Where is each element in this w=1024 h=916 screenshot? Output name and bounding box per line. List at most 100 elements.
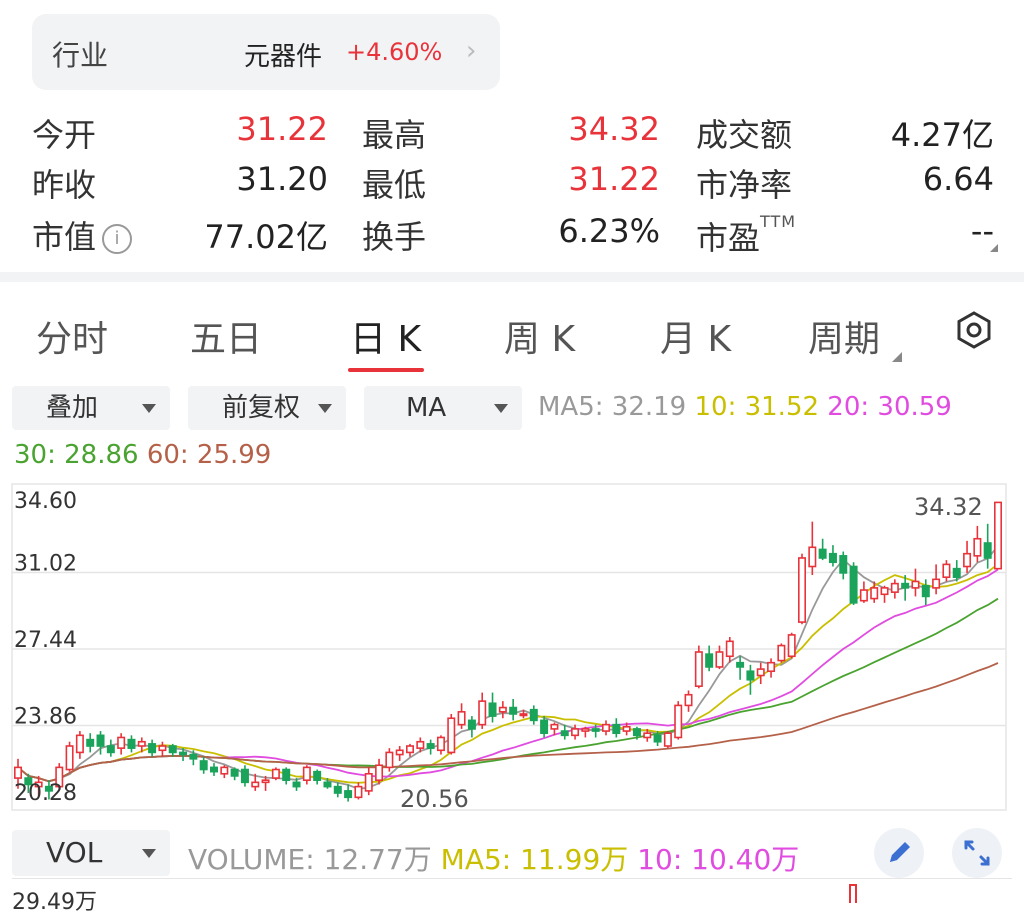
pencil-icon <box>890 842 910 862</box>
volume-select[interactable]: VOL <box>12 830 170 876</box>
candle-body <box>663 732 672 747</box>
y-tick-label: 27.44 <box>14 628 77 653</box>
volume-axis-top-label: 29.49万 <box>12 890 97 915</box>
candle-body <box>406 745 414 754</box>
mcap-label: 市值 i <box>32 212 133 258</box>
tab-intraday[interactable]: 分时 <box>36 310 108 362</box>
volume-ma5: MA5: 11.99万 <box>440 843 629 876</box>
overlay-select[interactable]: 叠加 <box>12 386 170 430</box>
candle-body <box>117 736 126 749</box>
candle-body <box>230 768 239 777</box>
candle-body <box>571 728 580 737</box>
period-dropdown-corner-icon <box>892 352 902 362</box>
candle-body <box>261 779 270 784</box>
candle-body <box>416 740 425 749</box>
candle-body <box>581 728 590 732</box>
tab-weekly-k[interactable]: 周 K <box>504 310 575 362</box>
candle-body <box>457 711 466 726</box>
tab-monthly-k[interactable]: 月 K <box>660 310 731 362</box>
info-icon[interactable]: i <box>102 224 133 254</box>
turnover-value: 6.23% <box>558 212 660 250</box>
candle-body <box>952 567 961 579</box>
candle-body <box>271 768 280 779</box>
adjust-select[interactable]: 前复权 <box>188 386 346 430</box>
edit-indicator-button[interactable] <box>874 828 924 878</box>
turnover-label: 换手 <box>362 218 427 256</box>
pe-label-text: 市盈 <box>696 219 761 257</box>
candle-body <box>849 565 858 604</box>
candle-body <box>333 785 342 794</box>
candle-body <box>323 781 332 788</box>
y-tick-label: 31.02 <box>14 552 77 577</box>
candle-body <box>364 772 373 792</box>
candle-body <box>622 725 631 732</box>
caret-down-icon <box>142 849 156 858</box>
settings-hexagon-icon[interactable] <box>954 310 994 350</box>
high-value: 34.32 <box>568 110 660 148</box>
candle-body <box>148 743 157 754</box>
adjust-select-label: 前复权 <box>222 393 301 423</box>
candle-body <box>674 704 683 739</box>
overlay-select-label: 叠加 <box>46 393 99 423</box>
candle-body <box>725 640 734 658</box>
prev-close-value: 31.20 <box>236 160 328 198</box>
pe-ttm-sup: TTM <box>760 212 797 231</box>
candle-body <box>550 723 559 730</box>
candle-body <box>591 728 600 732</box>
candle-body <box>509 706 518 715</box>
candle-body <box>344 790 353 799</box>
y-tick-label: 23.86 <box>14 705 77 730</box>
candle-body <box>921 584 930 598</box>
max-price-annotation: 34.32 <box>914 493 983 521</box>
tab-five-day[interactable]: 五日 <box>190 310 262 362</box>
expand-arrows-icon <box>964 840 990 866</box>
kline-chart[interactable]: 34.60 31.02 27.44 23.86 20.28 34.32 20.56 <box>0 480 1024 820</box>
candle-body <box>932 578 941 589</box>
candle-body <box>880 587 889 596</box>
expand-chart-button[interactable] <box>952 828 1002 878</box>
ma10-legend: 10: 31.52 <box>694 392 820 422</box>
candle-body <box>251 781 260 788</box>
ma-legend-row-1: MA5: 32.19 10: 31.52 20: 30.59 <box>538 392 952 422</box>
candle-body <box>519 713 528 717</box>
tab-period[interactable]: 周期 <box>808 310 880 362</box>
open-value: 31.22 <box>236 110 328 148</box>
indicator-select-label: MA <box>406 393 447 423</box>
section-separator <box>0 272 1024 282</box>
candle-body <box>65 745 74 771</box>
caret-down-icon <box>142 404 156 413</box>
candle-body <box>498 706 507 713</box>
candle-body <box>694 651 703 687</box>
candle-body <box>354 785 363 799</box>
volume-bar <box>849 884 857 903</box>
candle-body <box>529 708 538 722</box>
candle-body <box>106 745 115 754</box>
volume-ma10: 10: 10.40万 <box>637 843 800 876</box>
candle-body <box>973 537 982 557</box>
industry-change: +4.60% <box>346 38 443 66</box>
ma30-line <box>17 597 999 783</box>
open-label: 今开 <box>32 116 97 154</box>
candle-body <box>86 738 95 747</box>
tab-daily-k[interactable]: 日 K <box>350 310 421 362</box>
high-label: 最高 <box>362 116 427 154</box>
candle-body <box>942 563 951 579</box>
candle-body <box>199 760 208 771</box>
candle-body <box>767 661 776 673</box>
indicator-select[interactable]: MA <box>364 386 522 430</box>
chart-grid <box>11 483 1007 811</box>
min-price-annotation: 20.56 <box>400 785 469 813</box>
volume-legend: VOLUME: 12.77万 MA5: 11.99万 10: 10.40万 <box>188 838 799 878</box>
caret-down-icon <box>318 404 332 413</box>
industry-name: 元器件 <box>244 42 323 72</box>
candle-body <box>983 542 992 559</box>
ma30-legend: 30: 28.86 <box>14 440 139 470</box>
candle-body <box>643 732 652 739</box>
chevron-right-icon[interactable]: › <box>466 36 476 66</box>
candle-body <box>684 693 693 707</box>
candle-body <box>994 501 1002 570</box>
candle-body <box>777 644 786 662</box>
ma5-legend: MA5: 32.19 <box>538 392 687 422</box>
candle-body <box>746 670 755 681</box>
candle-body <box>798 557 806 623</box>
